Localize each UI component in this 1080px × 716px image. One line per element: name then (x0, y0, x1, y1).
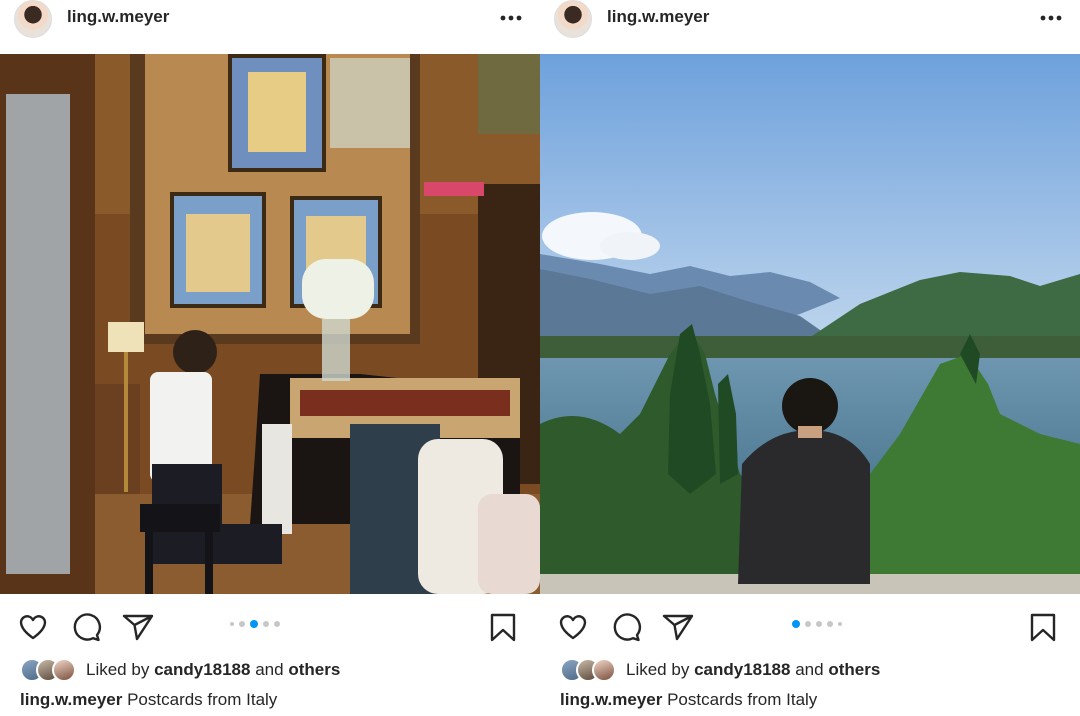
caption-text: Postcards from Italy (127, 690, 278, 709)
post-caption: ling.w.meyer Postcards from Italy (560, 690, 817, 710)
carousel-indicator (230, 620, 280, 628)
likes-others[interactable]: others (828, 660, 880, 680)
carousel-dot-active (792, 620, 800, 628)
likes-prefix: Liked by (626, 660, 690, 679)
carousel-dot (263, 621, 269, 627)
post-photo[interactable] (0, 54, 540, 594)
action-bar (0, 604, 540, 648)
caption-text: Postcards from Italy (667, 690, 818, 709)
likes-prefix: Liked by (86, 660, 150, 679)
avatar (592, 658, 616, 682)
carousel-dot (838, 622, 842, 626)
avatar[interactable] (554, 0, 592, 38)
caption-username[interactable]: ling.w.meyer (20, 690, 122, 709)
likes-middle: and (795, 660, 824, 679)
comment-icon[interactable] (609, 610, 643, 644)
post-left: ling.w.meyer Liked by candy18188 and oth… (0, 0, 540, 716)
carousel-dot (805, 621, 811, 627)
likes-others[interactable]: others (288, 660, 340, 680)
carousel-dot (239, 621, 245, 627)
post-right: ling.w.meyer Liked by candy18188 and oth… (540, 0, 1080, 716)
action-bar (540, 604, 1080, 648)
likes-middle: and (255, 660, 284, 679)
bookmark-icon[interactable] (1026, 610, 1060, 644)
carousel-indicator (792, 620, 842, 628)
share-icon[interactable] (121, 610, 155, 644)
avatar[interactable] (14, 0, 52, 38)
more-icon[interactable] (1038, 6, 1064, 26)
carousel-dot-active (250, 620, 258, 628)
avatar (52, 658, 76, 682)
more-icon[interactable] (498, 6, 524, 26)
carousel-dot (230, 622, 234, 626)
post-username[interactable]: ling.w.meyer (607, 7, 709, 27)
likes-row: Liked by candy18188 and others (560, 655, 880, 685)
carousel-dot (827, 621, 833, 627)
liker-avatars[interactable] (20, 658, 78, 682)
share-icon[interactable] (661, 610, 695, 644)
likes-row: Liked by candy18188 and others (20, 655, 340, 685)
carousel-dot (816, 621, 822, 627)
liker-avatars[interactable] (560, 658, 618, 682)
comment-icon[interactable] (69, 610, 103, 644)
likes-user[interactable]: candy18188 (694, 660, 790, 680)
post-caption: ling.w.meyer Postcards from Italy (20, 690, 277, 710)
bookmark-icon[interactable] (486, 610, 520, 644)
post-header: ling.w.meyer (0, 0, 540, 54)
heart-icon[interactable] (16, 610, 50, 644)
likes-user[interactable]: candy18188 (154, 660, 250, 680)
post-photo[interactable] (540, 54, 1080, 594)
heart-icon[interactable] (556, 610, 590, 644)
caption-username[interactable]: ling.w.meyer (560, 690, 662, 709)
carousel-dot (274, 621, 280, 627)
post-header: ling.w.meyer (540, 0, 1080, 54)
post-username[interactable]: ling.w.meyer (67, 7, 169, 27)
